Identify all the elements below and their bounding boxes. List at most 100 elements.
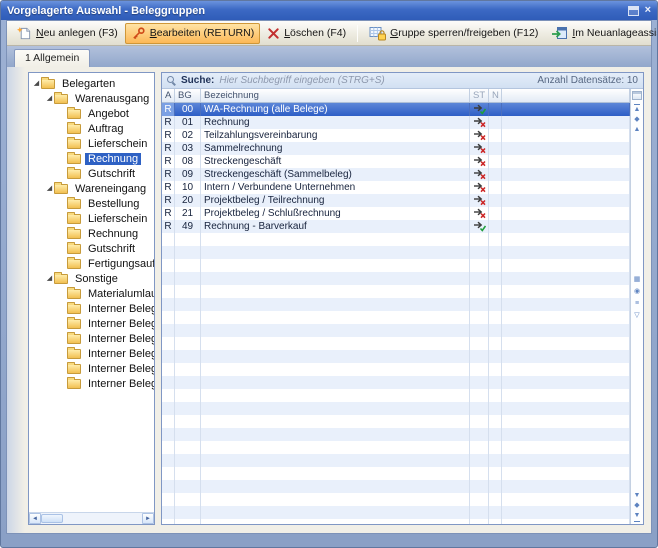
tree-item[interactable]: ◢ Belegarten: [29, 76, 154, 91]
arrow-check-icon: [473, 221, 486, 232]
tree-item[interactable]: Auftrag: [29, 121, 154, 136]
empty-row: [162, 493, 630, 506]
tab-allgemein[interactable]: 1 Allgemein: [14, 49, 90, 67]
tree-item[interactable]: Gutschrift: [29, 166, 154, 181]
scroll-left-icon[interactable]: ◄: [29, 513, 41, 524]
cell-a: [162, 493, 175, 506]
scrollbar-thumb[interactable]: [41, 514, 63, 523]
restore-icon[interactable]: [628, 6, 639, 16]
cell-status: [470, 116, 489, 129]
cell-filler: [502, 493, 630, 506]
expand-triangle-icon[interactable]: ◢: [45, 95, 54, 102]
table-row[interactable]: R 10 Intern / Verbundene Unternehmen: [162, 181, 630, 194]
empty-row: [162, 480, 630, 493]
tree-item[interactable]: Fertigungsauftrag (PPS): [29, 256, 154, 271]
tree-item-label: Interner Beleg 5 (PPS): [85, 378, 154, 390]
search-panel-icon[interactable]: ◉: [634, 287, 640, 297]
table-row[interactable]: R 00 WA-Rechnung (alle Belege): [162, 103, 630, 116]
empty-row: [162, 259, 630, 272]
tree-item[interactable]: Bestellung: [29, 196, 154, 211]
table-row[interactable]: R 01 Rechnung: [162, 116, 630, 129]
cell-filler: [502, 207, 630, 220]
cell-filler: [502, 519, 630, 524]
tree-item-label: Lieferschein: [85, 213, 150, 225]
filter-icon[interactable]: ▽: [634, 311, 639, 321]
close-icon[interactable]: ×: [645, 5, 651, 16]
tree-item[interactable]: Interner Beleg 5 (PPS): [29, 376, 154, 391]
cell-filler: [502, 233, 630, 246]
arrow-cross-icon: [473, 182, 486, 193]
delete-cross-icon: [267, 27, 280, 40]
table-row[interactable]: R 49 Rechnung - Barverkauf: [162, 220, 630, 233]
table-row[interactable]: R 03 Sammelrechnung: [162, 142, 630, 155]
last-record-icon[interactable]: ▼: [634, 511, 641, 522]
cell-status: [470, 259, 489, 272]
table-row[interactable]: R 20 Projektbeleg / Teilrechnung: [162, 194, 630, 207]
table-row[interactable]: R 02 Teilzahlungsvereinbarung: [162, 129, 630, 142]
table-row[interactable]: R 21 Projektbeleg / Schlußrechnung: [162, 207, 630, 220]
title-bar[interactable]: Vorgelagerte Auswahl - Beleggruppen ×: [1, 1, 657, 20]
table-row[interactable]: R 09 Streckengeschäft (Sammelbeleg): [162, 168, 630, 181]
column-header-bg[interactable]: BG: [175, 89, 201, 102]
scroll-right-icon[interactable]: ►: [142, 513, 154, 524]
wizard-toggle-button-label: Im Neuanlageassistent anzeigen/sperren: [572, 27, 658, 39]
tree-item[interactable]: Lieferschein: [29, 136, 154, 151]
wizard-toggle-button[interactable]: Im Neuanlageassistent anzeigen/sperren: [545, 22, 658, 44]
tree-item-label: Interner Beleg 1 (PPS): [85, 318, 154, 330]
tree-item[interactable]: Rechnung: [29, 151, 154, 166]
scrollbar-track[interactable]: [63, 513, 142, 524]
cell-bezeichnung: [201, 454, 470, 467]
tree-item[interactable]: Angebot: [29, 106, 154, 121]
tree-item[interactable]: Interner Beleg 2 (PPS): [29, 331, 154, 346]
first-record-icon[interactable]: ▲: [634, 104, 641, 115]
next-record-icon[interactable]: ▼: [634, 491, 641, 501]
tree-item[interactable]: Interner Beleg 3 (PPS): [29, 346, 154, 361]
lock-group-button[interactable]: Gruppe sperren/freigeben (F12): [363, 22, 544, 44]
new-button[interactable]: Neu anlegen (F3): [11, 23, 124, 44]
cell-n: [489, 415, 502, 428]
tree-item[interactable]: Rechnung: [29, 226, 154, 241]
expand-triangle-icon[interactable]: ◢: [32, 80, 41, 87]
column-header-bezeichnung[interactable]: Bezeichnung: [201, 89, 470, 102]
new-document-icon: [17, 26, 32, 41]
cell-a: [162, 428, 175, 441]
cell-n: [489, 454, 502, 467]
table-row[interactable]: R 08 Streckengeschäft: [162, 155, 630, 168]
navigator-icon[interactable]: ◆: [634, 501, 639, 511]
cell-bezeichnung: [201, 324, 470, 337]
cell-a: R: [162, 207, 175, 220]
column-header-st[interactable]: ST: [470, 89, 489, 102]
tree-item[interactable]: Interner Beleg 4 (PPS): [29, 361, 154, 376]
client-area: 1 Allgemein ◢ Belegarten ◢ Warenausgang …: [7, 46, 651, 533]
tree-item-label: Interner Beleg: [85, 303, 154, 315]
tree-item[interactable]: Gutschrift: [29, 241, 154, 256]
cell-status: [470, 428, 489, 441]
cell-a: [162, 272, 175, 285]
tree-item[interactable]: Interner Beleg: [29, 301, 154, 316]
cell-status: [470, 233, 489, 246]
navigator-icon[interactable]: ◆: [634, 115, 639, 125]
delete-button[interactable]: Löschen (F4): [261, 24, 352, 43]
tree-item[interactable]: ◢ Sonstige: [29, 271, 154, 286]
column-header-n[interactable]: N: [489, 89, 502, 102]
record-count: Anzahl Datensätze: 10: [537, 75, 638, 86]
tree-horizontal-scrollbar[interactable]: ◄ ►: [29, 512, 154, 524]
tree-item[interactable]: Materialumlauf/Reparatur: [29, 286, 154, 301]
column-header-a[interactable]: A: [162, 89, 175, 102]
empty-row: [162, 454, 630, 467]
column-chooser-icon[interactable]: [632, 91, 642, 100]
tree-item[interactable]: Interner Beleg 1 (PPS): [29, 316, 154, 331]
expand-triangle-icon[interactable]: ◢: [45, 185, 54, 192]
search-input[interactable]: Hier Suchbegriff eingeben (STRG+S): [219, 75, 537, 86]
cell-n: [489, 116, 502, 129]
expand-triangle-icon[interactable]: ◢: [45, 275, 54, 282]
lock-group-icon: [369, 25, 386, 41]
tree-item[interactable]: ◢ Wareneingang: [29, 181, 154, 196]
tree-item[interactable]: ◢ Warenausgang: [29, 91, 154, 106]
edit-button[interactable]: Bearbeiten (RETURN): [125, 23, 260, 44]
tree-item[interactable]: Lieferschein: [29, 211, 154, 226]
list-panel-icon[interactable]: ≡: [635, 299, 639, 309]
grid-view-icon[interactable]: ▦: [634, 275, 641, 285]
previous-record-icon[interactable]: ▲: [634, 125, 641, 135]
cell-bg: [175, 259, 201, 272]
